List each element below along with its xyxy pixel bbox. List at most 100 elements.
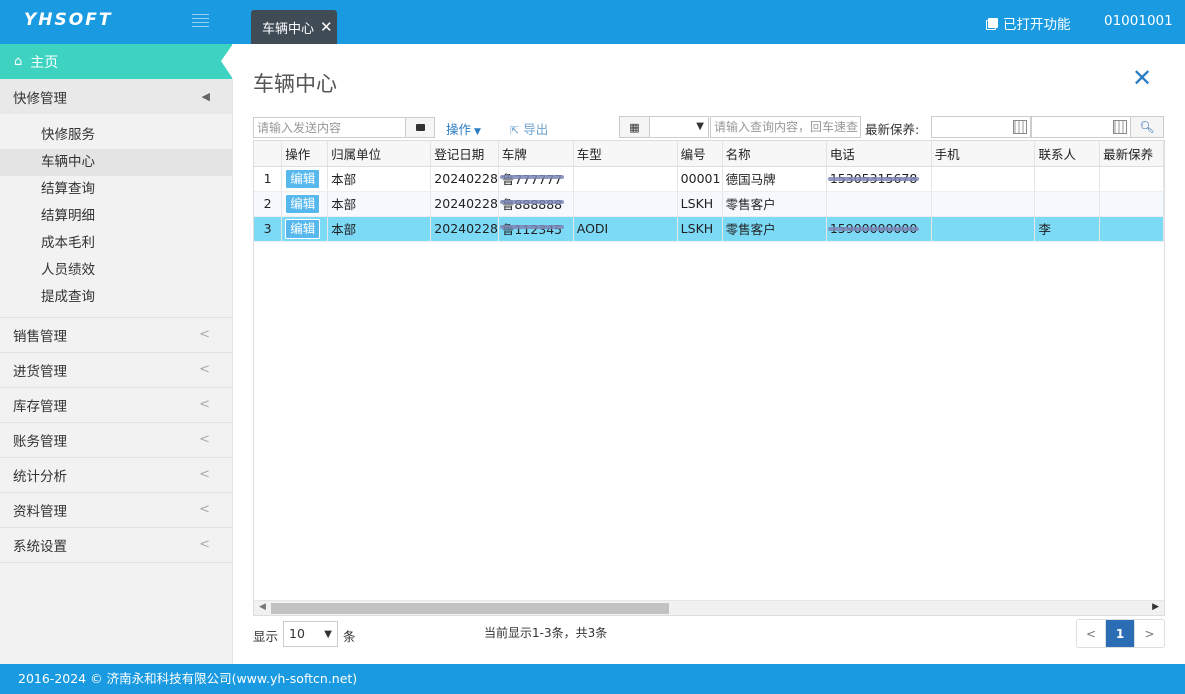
maintenance-date-from[interactable]	[931, 116, 1031, 138]
sidebar-group-system-settings[interactable]: 系统设置 <	[0, 528, 232, 563]
sidebar-group-label: 进货管理	[13, 364, 67, 380]
scrollbar-thumb[interactable]	[271, 603, 669, 614]
sidebar-group-accounts[interactable]: 账务管理 <	[0, 423, 232, 458]
column-header[interactable]: 手机	[931, 141, 1036, 167]
chevron-left-icon: <	[199, 502, 210, 517]
menu-toggle-icon[interactable]	[192, 14, 209, 28]
sidebar-item-commission-query[interactable]: 提成查询	[0, 284, 232, 311]
tab-close-icon[interactable]: ✕	[320, 18, 333, 36]
row-actions: 编辑	[281, 191, 329, 217]
sidebar-group-quick-repair[interactable]: 快修管理 ◀	[0, 79, 232, 114]
plate-value: 鲁777777	[499, 169, 565, 188]
export-button[interactable]: ⇱ 导出	[510, 119, 548, 138]
cell-maintenance	[1099, 166, 1164, 192]
operate-dropdown[interactable]: 操作 ▼	[446, 119, 481, 138]
column-header[interactable]: 联系人	[1034, 141, 1101, 167]
maintenance-date-to[interactable]	[1031, 116, 1131, 138]
grid-icon: ▦	[629, 120, 640, 134]
column-header[interactable]: 电话	[826, 141, 932, 167]
row-number: 2	[254, 191, 283, 217]
pagination-info: 当前显示1-3条，共3条	[484, 626, 608, 640]
cell-unit: 本部	[327, 216, 432, 242]
cell-model	[573, 191, 678, 217]
send-input[interactable]	[254, 118, 405, 137]
maintenance-label: 最新保养:	[865, 122, 920, 137]
cell-model	[573, 166, 678, 192]
cell-date: 20240228	[430, 191, 499, 217]
sidebar-home-label: 主页	[30, 54, 59, 71]
column-header[interactable]: 车牌	[498, 141, 574, 167]
sidebar-item-staff-performance[interactable]: 人员绩效	[0, 257, 232, 284]
edit-button[interactable]: 编辑	[285, 168, 321, 189]
search-icon: 🔍︎	[1139, 120, 1155, 134]
sidebar-group-label: 系统设置	[13, 539, 67, 555]
sidebar-group-inventory[interactable]: 库存管理 <	[0, 388, 232, 423]
send-box	[253, 117, 435, 138]
sidebar-item-settlement-detail[interactable]: 结算明细	[0, 203, 232, 230]
chevron-left-icon: <	[199, 362, 210, 377]
column-header[interactable]: 最新保养	[1099, 141, 1164, 167]
tab-vehicle-center[interactable]: 车辆中心 ✕	[251, 10, 337, 44]
horizontal-scrollbar[interactable]: ◀ ▶	[254, 600, 1164, 615]
table-row[interactable]: 1 编辑 本部 20240228 鲁777777 00001 德国马牌 1530…	[254, 166, 1164, 192]
sidebar-group-purchase[interactable]: 进货管理 <	[0, 353, 232, 388]
column-header[interactable]: 车型	[573, 141, 678, 167]
sidebar-item-vehicle-center[interactable]: 车辆中心	[0, 149, 232, 176]
send-button[interactable]	[405, 118, 434, 137]
grid-view-button[interactable]: ▦	[619, 116, 650, 138]
cell-mobile	[931, 216, 1036, 242]
scroll-left-icon[interactable]: ◀	[259, 602, 266, 612]
tab-label: 车辆中心	[262, 21, 315, 37]
calendar-icon[interactable]	[1013, 120, 1027, 134]
opened-functions-button[interactable]: 已打开功能	[988, 13, 1071, 33]
column-header[interactable]: 归属单位	[327, 141, 432, 167]
sidebar-item-cost-margin[interactable]: 成本毛利	[0, 230, 232, 257]
calendar-icon[interactable]	[1113, 120, 1127, 134]
search-button[interactable]: 🔍︎	[1130, 116, 1164, 138]
edit-button[interactable]: 编辑	[285, 218, 321, 239]
page-close-icon[interactable]: ✕	[1132, 64, 1152, 92]
page-size-label: 显示	[253, 629, 279, 644]
sidebar-item-home[interactable]: ⌂ 主页	[0, 44, 233, 79]
submenu-quick-repair: 快修服务 车辆中心 结算查询 结算明细 成本毛利 人员绩效 提成查询	[0, 114, 232, 318]
export-label: 导出	[523, 122, 549, 137]
cell-unit: 本部	[327, 166, 432, 192]
page-title: 车辆中心	[253, 72, 337, 96]
sidebar-group-sales[interactable]: 销售管理 <	[0, 318, 232, 353]
sidebar-item-settlement-query[interactable]: 结算查询	[0, 176, 232, 203]
cell-contact: 李	[1034, 216, 1101, 242]
chevron-left-icon: <	[199, 327, 210, 342]
cell-maintenance	[1099, 216, 1164, 242]
sidebar-group-statistics[interactable]: 统计分析 <	[0, 458, 232, 493]
scroll-right-icon[interactable]: ▶	[1152, 602, 1159, 612]
page-size-select[interactable]: 10 ▼	[283, 621, 338, 647]
footer: 2016-2024 © 济南永和科技有限公司(www.yh-softcn.net…	[0, 664, 1185, 694]
cell-contact	[1034, 191, 1101, 217]
row-number: 3	[254, 216, 283, 242]
plate-value: 鲁112345	[499, 219, 565, 238]
table-row-selected[interactable]: 3 编辑 本部 20240228 鲁112345 AODI LSKH 零售客户 …	[254, 216, 1164, 242]
cell-code: 00001	[677, 166, 723, 192]
app-logo: YHSOFT	[24, 10, 113, 30]
cell-contact	[1034, 166, 1101, 192]
cell-phone: 15305315678	[826, 166, 932, 192]
column-header[interactable]: 编号	[677, 141, 723, 167]
user-id[interactable]: 01001001	[1104, 13, 1173, 29]
sidebar-group-master-data[interactable]: 资料管理 <	[0, 493, 232, 528]
edit-button[interactable]: 编辑	[285, 193, 321, 214]
column-header[interactable]: 操作	[281, 141, 329, 167]
top-header: YHSOFT 车辆中心 ✕ 已打开功能 01001001	[0, 0, 1185, 44]
cell-date: 20240228	[430, 166, 499, 192]
table-row[interactable]: 2 编辑 本部 20240228 鲁888888 LSKH 零售客户	[254, 191, 1164, 217]
next-page-button[interactable]: >	[1135, 620, 1164, 647]
query-input[interactable]: 请输入查询内容，回车速查	[710, 116, 861, 138]
query-field-select[interactable]: ▼	[649, 116, 709, 138]
column-header[interactable]: 名称	[722, 141, 827, 167]
table-header-row: 操作 归属单位 登记日期 车牌 车型 编号 名称 电话 手机 联系人 最新保养	[254, 141, 1164, 167]
prev-page-button[interactable]: <	[1077, 620, 1106, 647]
share-icon: ⇱	[510, 124, 520, 137]
sidebar-item-quick-service[interactable]: 快修服务	[0, 122, 232, 149]
page-1-button[interactable]: 1	[1106, 620, 1135, 647]
plate-value: 鲁888888	[499, 194, 565, 213]
column-header[interactable]: 登记日期	[430, 141, 499, 167]
